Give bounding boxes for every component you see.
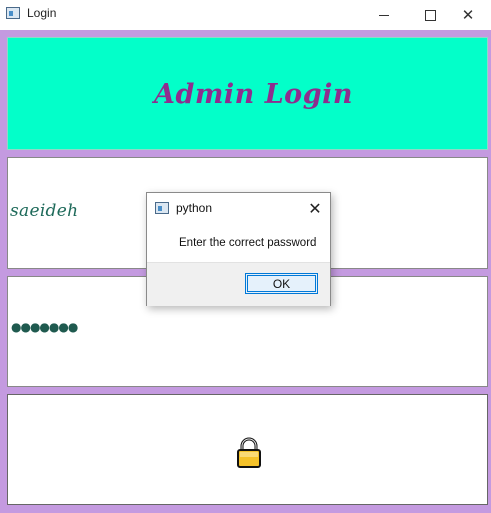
page-title: Admin Login (154, 79, 353, 110)
app-icon (6, 7, 20, 19)
username-value: saeideh (10, 201, 79, 221)
close-icon: ✕ (461, 5, 475, 24)
dialog-close-button[interactable]: ✕ (301, 196, 329, 220)
dialog-title: python (176, 201, 213, 215)
password-value: ●●●●●●● (11, 320, 78, 334)
dialog-app-icon (155, 202, 169, 214)
login-button[interactable] (7, 394, 488, 505)
title-bar[interactable]: Login ✕ (0, 0, 491, 30)
dialog-footer: OK (147, 262, 330, 306)
ok-button[interactable]: OK (245, 273, 318, 294)
minimize-icon (379, 14, 389, 16)
header-panel: Admin Login (7, 37, 488, 150)
lock-icon[interactable] (234, 437, 264, 469)
close-button[interactable]: ✕ (445, 0, 491, 30)
message-dialog: python ✕ Enter the correct password OK (146, 192, 331, 306)
maximize-icon (424, 9, 436, 21)
minimize-button[interactable] (361, 0, 407, 30)
dialog-message: Enter the correct password (179, 237, 317, 249)
window-title: Login (27, 6, 57, 20)
close-icon: ✕ (308, 198, 322, 218)
